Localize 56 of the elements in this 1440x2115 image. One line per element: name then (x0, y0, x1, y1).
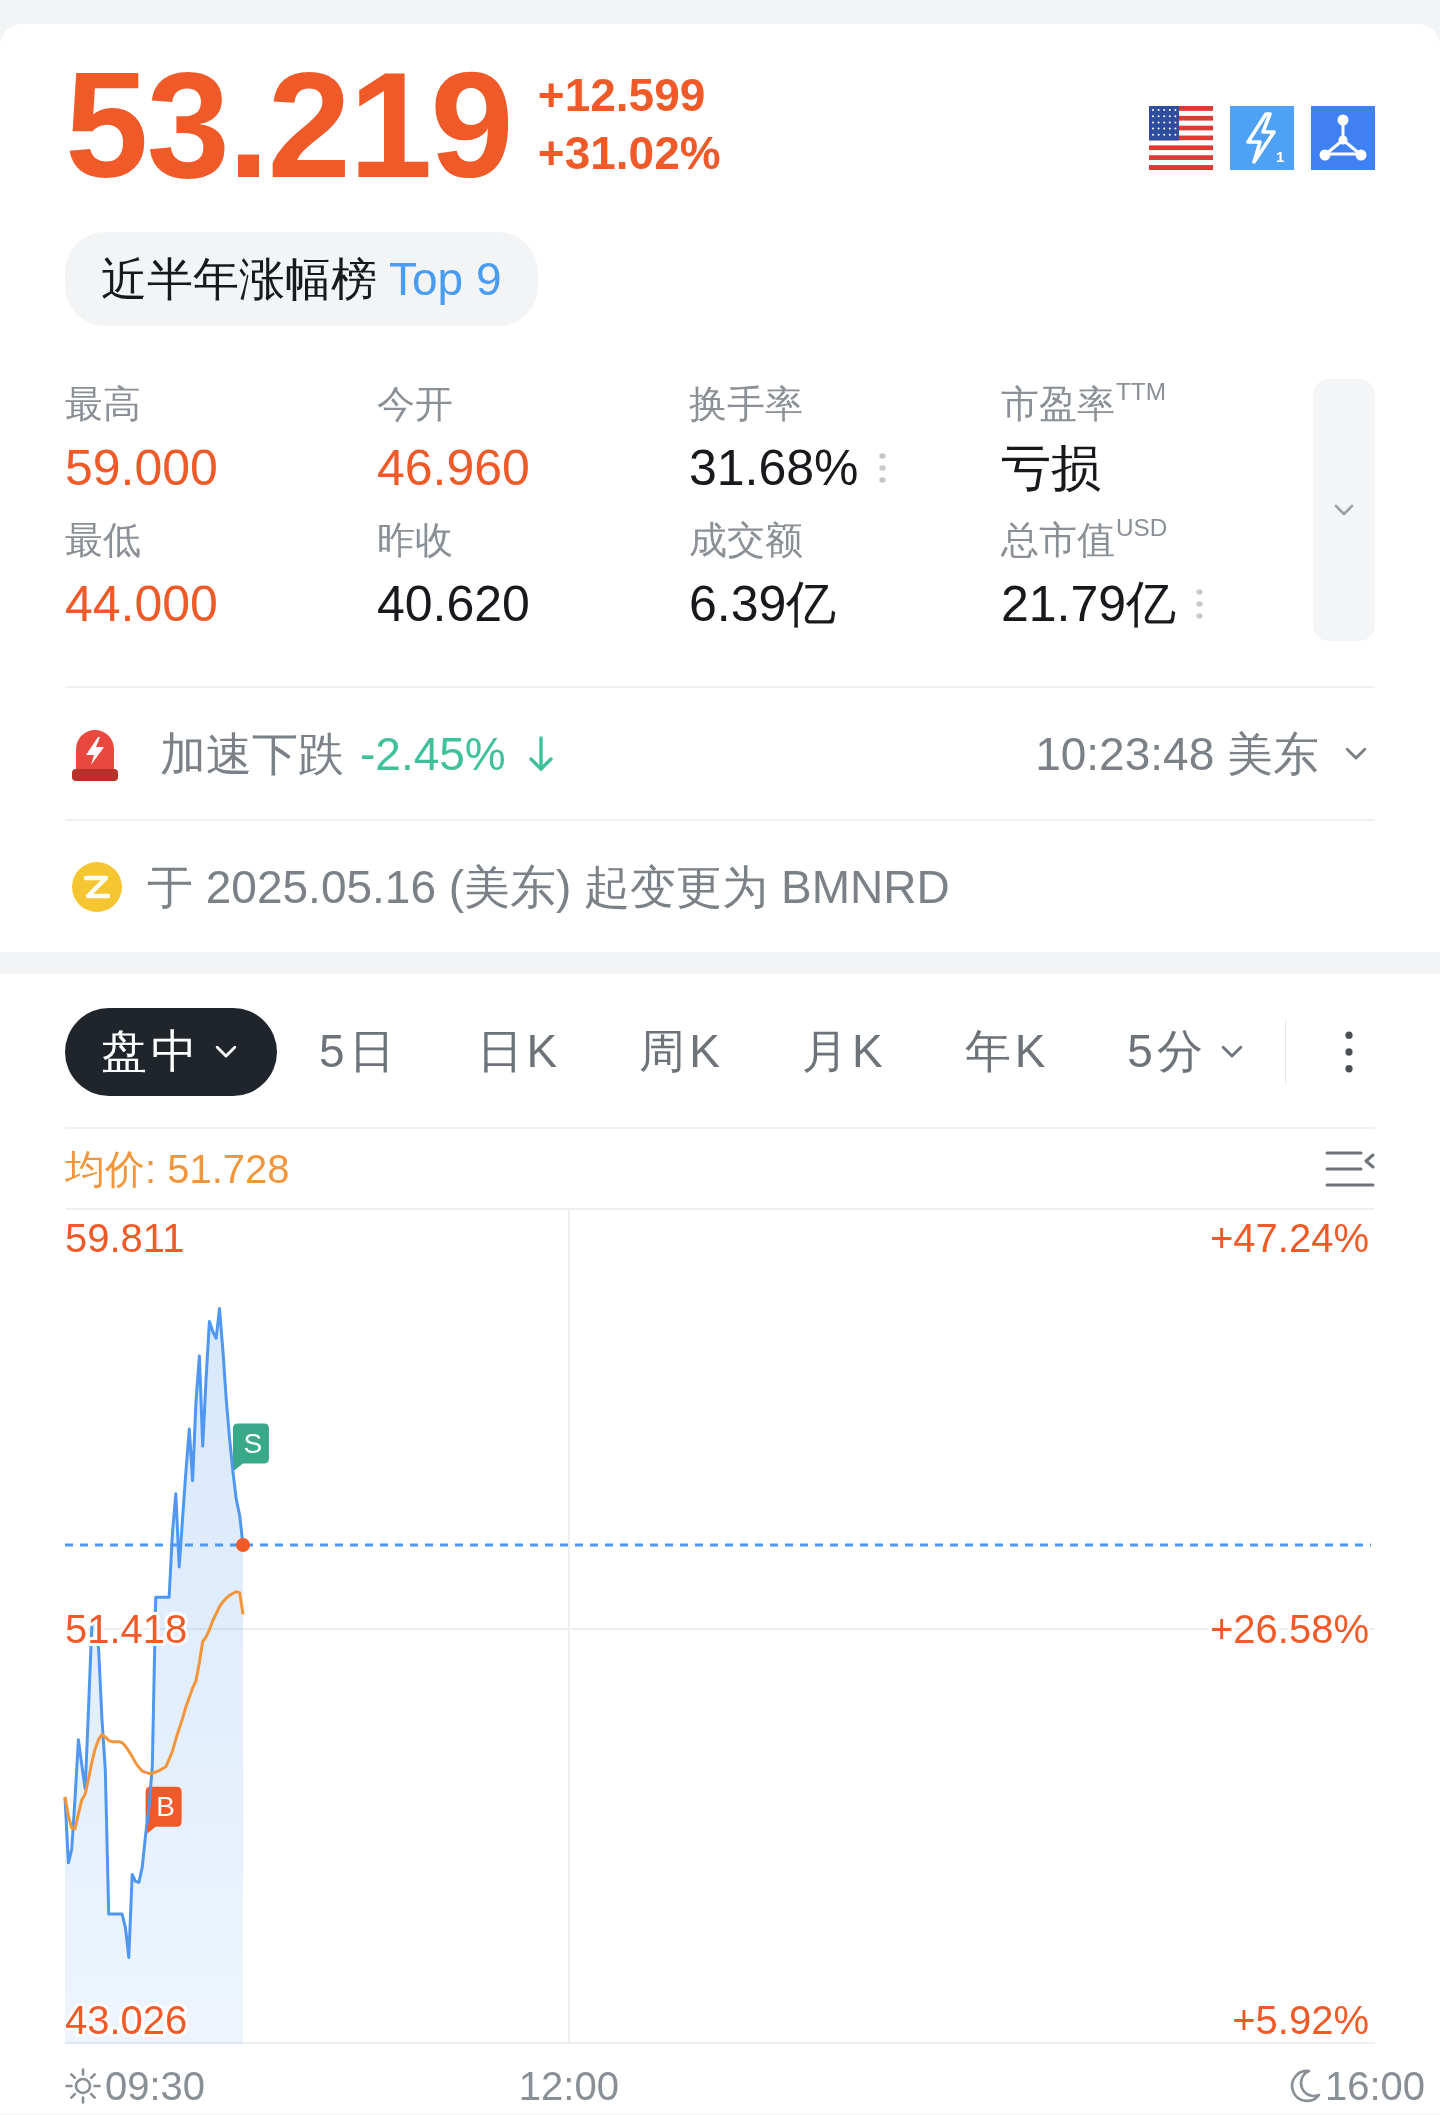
stat-label: 最高 (65, 382, 141, 427)
percent-axis-label: +5.92% (1232, 1998, 1369, 2042)
ranking-label: 近半年涨幅榜 (101, 252, 377, 307)
ranking-value: Top 9 (389, 252, 502, 307)
stat-value: 21.79亿 (1001, 575, 1177, 634)
price-axis-label: 43.026 (65, 1998, 188, 2042)
trade-marker: B (145, 1786, 182, 1835)
lightning-icon: 1 (1230, 106, 1294, 170)
ranking-badge[interactable]: 近半年涨幅榜 Top 9 (65, 232, 538, 326)
us-flag-icon (1149, 106, 1213, 170)
period-tab[interactable]: 年K (928, 1008, 1086, 1096)
stat-value: 亏损 (1001, 439, 1101, 498)
percent-change: +31.02% (537, 126, 721, 181)
chevron-down-icon (1334, 504, 1354, 516)
last-price: 53.219 (65, 50, 512, 200)
open-time-label: 09:30 (105, 2064, 206, 2108)
stat-label: 成交额 (689, 518, 803, 563)
stat-label: 昨收 (377, 518, 453, 563)
time-axis-label: 12:00 (518, 2064, 619, 2108)
percent-axis-label: +26.58% (1209, 1607, 1369, 1652)
percent-axis-label: +47.24% (1209, 1216, 1369, 1260)
annotation: S (243, 1427, 263, 1459)
period-tab[interactable]: 周K (603, 1008, 760, 1096)
stat-label: 今开 (377, 382, 453, 427)
network-icon (1311, 106, 1375, 170)
alert-label: 加速下跌 (160, 726, 344, 782)
stat-value: 59.000 (65, 439, 218, 498)
average-price: 均价: 51.728 (65, 1145, 290, 1193)
z-circle-icon (72, 861, 122, 912)
current-price-dot (236, 1538, 250, 1553)
stat-label: 换手率 (689, 382, 803, 427)
moon-icon (1290, 2069, 1321, 2103)
sun-icon (65, 2068, 101, 2104)
period-tab[interactable]: 5日 (283, 1008, 435, 1096)
more-icon (1344, 1031, 1353, 1073)
period-tab[interactable]: 5分 (1091, 1008, 1279, 1096)
alert-change: -2.45% (360, 726, 506, 782)
price-axis-label: 59.811 (65, 1216, 185, 1260)
chevron-down-icon[interactable] (1345, 746, 1367, 761)
stat-value: 46.960 (377, 439, 530, 498)
stat-label: 总市值$^{USD}$ (1001, 512, 1168, 563)
stat-value: 40.620 (377, 575, 530, 634)
period-tab[interactable]: 盘中 (65, 1008, 277, 1096)
annotation: B (156, 1791, 175, 1823)
stat-label: 最低 (65, 518, 141, 563)
period-tab[interactable]: 日K (440, 1008, 598, 1096)
trade-marker: S (232, 1423, 269, 1472)
rename-notice: 于 2025.05.16 (美东) 起变更为 BMNRD (147, 859, 950, 915)
stat-value: 31.68% (689, 439, 859, 498)
stat-label: 市盈率$^{TTM}$ (1001, 376, 1166, 427)
stat-value: 6.39亿 (689, 575, 837, 634)
time-axis-label: 16:00 (1324, 2064, 1426, 2108)
period-tab[interactable]: 月K (765, 1008, 923, 1096)
stat-value: 44.000 (65, 575, 218, 634)
alert-time: 10:23:48 美东 (1035, 726, 1319, 782)
price-change: +12.599 (537, 68, 706, 123)
